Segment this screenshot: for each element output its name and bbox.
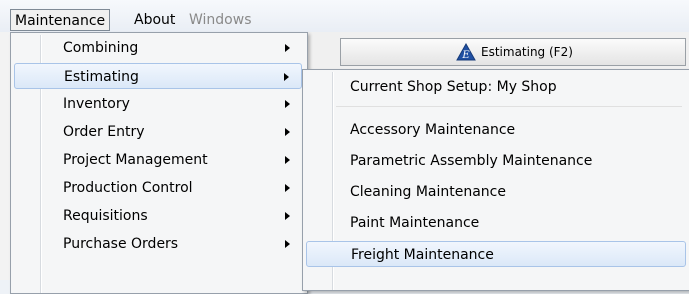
submenu-arrow-icon xyxy=(285,184,290,192)
menu-windows[interactable]: Windows xyxy=(185,9,256,31)
menu-item-purchase-orders[interactable]: Purchase Orders xyxy=(14,231,302,257)
menu-item-label: Parametric Assembly Maintenance xyxy=(350,153,593,169)
estimating-button-label: Estimating (F2) xyxy=(481,45,573,59)
menu-about[interactable]: About xyxy=(130,9,179,31)
menu-item-paint-maintenance[interactable]: Paint Maintenance xyxy=(306,210,686,236)
menu-item-label: Current Shop Setup: My Shop xyxy=(350,79,557,95)
menu-item-accessory-maintenance[interactable]: Accessory Maintenance xyxy=(306,117,686,143)
submenu-arrow-icon xyxy=(285,212,290,220)
menu-item-current-shop-setup[interactable]: Current Shop Setup: My Shop xyxy=(306,74,686,100)
menu-item-label: Freight Maintenance xyxy=(351,247,494,263)
menu-item-label: Requisitions xyxy=(63,208,148,224)
menu-item-cleaning-maintenance[interactable]: Cleaning Maintenance xyxy=(306,179,686,205)
menu-item-label: Production Control xyxy=(63,180,193,196)
menu-item-order-entry[interactable]: Order Entry xyxy=(14,119,302,145)
estimating-e-icon: E xyxy=(456,43,476,61)
menu-item-label: Cleaning Maintenance xyxy=(350,184,506,200)
submenu-arrow-icon xyxy=(285,44,290,52)
menu-item-label: Paint Maintenance xyxy=(350,215,480,231)
estimating-button[interactable]: E Estimating (F2) xyxy=(340,38,686,66)
menu-item-estimating[interactable]: Estimating xyxy=(14,63,302,89)
submenu-arrow-icon xyxy=(285,156,290,164)
menu-item-label: Purchase Orders xyxy=(63,236,179,252)
svg-text:E: E xyxy=(461,50,470,61)
submenu-arrow-icon xyxy=(284,73,289,81)
menu-item-project-management[interactable]: Project Management xyxy=(14,147,302,173)
menu-item-label: Combining xyxy=(63,40,139,56)
submenu-arrow-icon xyxy=(285,100,290,108)
estimating-submenu: Current Shop Setup: My Shop Accessory Ma… xyxy=(302,69,689,291)
menu-item-production-control[interactable]: Production Control xyxy=(14,175,302,201)
menu-item-combining[interactable]: Combining xyxy=(14,35,302,61)
menu-item-label: Inventory xyxy=(63,96,130,112)
menu-separator xyxy=(336,106,682,107)
menu-item-label: Estimating xyxy=(64,69,139,85)
menu-item-inventory[interactable]: Inventory xyxy=(14,91,302,117)
menu-maintenance[interactable]: Maintenance xyxy=(10,9,111,31)
menu-item-parametric-assembly-maintenance[interactable]: Parametric Assembly Maintenance xyxy=(306,148,686,174)
menu-item-requisitions[interactable]: Requisitions xyxy=(14,203,302,229)
menu-item-freight-maintenance[interactable]: Freight Maintenance xyxy=(306,241,686,267)
menu-bar: Maintenance About Windows xyxy=(0,0,689,32)
submenu-arrow-icon xyxy=(285,128,290,136)
maintenance-dropdown: Combining Estimating Inventory Order Ent… xyxy=(10,32,308,294)
menu-item-label: Project Management xyxy=(63,152,208,168)
submenu-arrow-icon xyxy=(285,240,290,248)
menu-item-label: Accessory Maintenance xyxy=(350,122,516,138)
menu-item-label: Order Entry xyxy=(63,124,145,140)
